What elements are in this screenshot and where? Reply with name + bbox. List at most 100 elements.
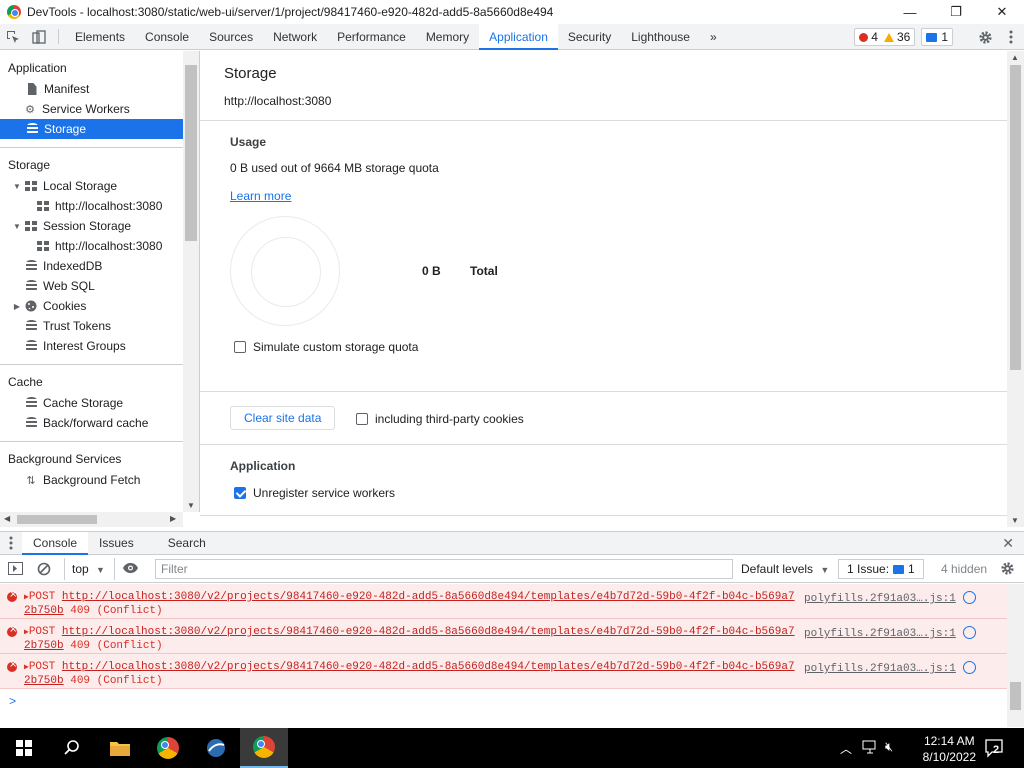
minimize-button[interactable]: — — [888, 0, 932, 24]
scrollbar-thumb[interactable] — [17, 515, 97, 524]
sidebar-item-manifest[interactable]: Manifest — [0, 79, 183, 99]
sidebar-item-service-workers[interactable]: ⚙ Service Workers — [0, 99, 183, 119]
simulate-quota-checkbox-row[interactable]: Simulate custom storage quota — [234, 340, 418, 354]
console-error-row[interactable]: ▶POST http://localhost:3080/v2/projects/… — [0, 584, 1007, 619]
console-scrollbar[interactable] — [1007, 584, 1024, 727]
chrome-active-taskbar-button[interactable] — [240, 728, 288, 768]
scrollbar-thumb[interactable] — [1010, 65, 1021, 370]
device-toolbar-icon[interactable] — [26, 24, 52, 49]
system-clock[interactable]: 12:14 AM 8/10/2022 — [923, 733, 976, 765]
sidebar-item-bfcache[interactable]: Back/forward cache — [0, 413, 183, 433]
drawer-tab-console[interactable]: Console — [22, 532, 89, 555]
chrome-taskbar-button[interactable] — [144, 728, 192, 768]
simulate-quota-checkbox[interactable] — [234, 341, 246, 353]
drawer-tab-issues[interactable]: Issues — [88, 532, 145, 554]
clear-console-icon[interactable] — [37, 562, 51, 579]
sidebar-item-web-sql[interactable]: Web SQL — [0, 276, 183, 296]
volume-muted-icon[interactable]: 🔇︎ — [885, 739, 893, 755]
messages-counter[interactable]: 1 — [921, 28, 953, 46]
close-window-button[interactable]: ✕ — [980, 0, 1024, 24]
source-link[interactable]: polyfills.2f91a03….js:1 — [804, 663, 956, 675]
close-drawer-icon[interactable]: ✕ — [1002, 535, 1014, 552]
more-options-icon[interactable] — [998, 30, 1024, 44]
main-scrollbar[interactable]: ▲ ▼ — [1007, 51, 1024, 527]
scroll-up-icon[interactable]: ▲ — [1011, 53, 1019, 62]
tab-security[interactable]: Security — [558, 24, 621, 49]
sidebar-item-trust-tokens[interactable]: Trust Tokens — [0, 316, 183, 336]
network-request-icon[interactable] — [963, 591, 976, 604]
sidebar-item-interest-groups[interactable]: Interest Groups — [0, 336, 183, 356]
network-request-icon[interactable] — [963, 661, 976, 674]
restore-button[interactable]: ❐ — [934, 0, 978, 24]
request-url-continued[interactable]: 2b750b — [24, 640, 64, 652]
third-party-cookies-row[interactable]: including third-party cookies — [356, 412, 524, 426]
app-taskbar-button[interactable] — [192, 728, 240, 768]
sidebar-scrollbar[interactable]: ▼ — [183, 51, 200, 512]
third-party-cookies-checkbox[interactable] — [356, 413, 368, 425]
console-prompt[interactable]: > — [9, 695, 16, 709]
sidebar-item-cache-storage[interactable]: Cache Storage — [0, 393, 183, 413]
request-url-continued[interactable]: 2b750b — [24, 605, 64, 617]
collapsed-arrow-icon[interactable]: ▶ — [12, 302, 22, 311]
inspect-element-icon[interactable] — [0, 24, 26, 49]
sidebar-item-indexeddb[interactable]: IndexedDB — [0, 256, 183, 276]
network-icon[interactable] — [862, 740, 878, 757]
sidebar-horizontal-scrollbar[interactable]: ◀ ▶ — [0, 512, 183, 527]
sidebar-toggle-icon[interactable] — [8, 562, 23, 578]
network-request-icon[interactable] — [963, 626, 976, 639]
issues-button[interactable]: 1 Issue: 1 — [838, 559, 924, 579]
sidebar-item-session-origin[interactable]: http://localhost:3080 — [0, 236, 183, 256]
tab-network[interactable]: Network — [263, 24, 327, 49]
settings-gear-icon[interactable] — [972, 30, 998, 45]
clear-site-data-button[interactable]: Clear site data — [230, 406, 336, 430]
sidebar-item-label: Session Storage — [43, 219, 132, 233]
log-levels-dropdown[interactable]: Default levels ▼ — [741, 562, 829, 576]
issues-counter[interactable]: 4 36 — [854, 28, 916, 46]
expand-arrow-icon[interactable]: ▼ — [12, 222, 22, 231]
unregister-sw-checkbox[interactable] — [234, 487, 246, 499]
sidebar-item-storage[interactable]: Storage — [0, 119, 183, 139]
tab-application[interactable]: Application — [479, 24, 558, 50]
sidebar-item-label: Trust Tokens — [43, 319, 112, 333]
show-hidden-icons-icon[interactable]: ︿ — [840, 740, 852, 757]
drawer-tab-search[interactable]: Search — [157, 532, 217, 554]
scroll-down-icon[interactable]: ▼ — [187, 501, 195, 510]
console-error-row[interactable]: ▶POST http://localhost:3080/v2/projects/… — [0, 619, 1007, 654]
scrollbar-thumb[interactable] — [1010, 682, 1021, 710]
tab-performance[interactable]: Performance — [327, 24, 416, 49]
console-error-row[interactable]: ▶POST http://localhost:3080/v2/projects/… — [0, 654, 1007, 689]
tab-lighthouse[interactable]: Lighthouse — [621, 24, 700, 49]
request-url[interactable]: http://localhost:3080/v2/projects/984174… — [62, 626, 795, 638]
learn-more-link[interactable]: Learn more — [230, 189, 291, 203]
scroll-down-icon[interactable]: ▼ — [1011, 516, 1019, 525]
sidebar-item-cookies[interactable]: ▶ Cookies — [0, 296, 183, 316]
file-explorer-button[interactable] — [96, 728, 144, 768]
expand-arrow-icon[interactable]: ▼ — [12, 182, 22, 191]
sidebar-item-local-origin[interactable]: http://localhost:3080 — [0, 196, 183, 216]
scroll-right-icon[interactable]: ▶ — [170, 514, 176, 523]
start-button[interactable] — [0, 728, 48, 768]
tab-sources[interactable]: Sources — [199, 24, 263, 49]
sidebar-item-background-fetch[interactable]: ⇅ Background Fetch — [0, 470, 183, 490]
context-selector[interactable]: top ▼ — [72, 562, 105, 576]
request-url-continued[interactable]: 2b750b — [24, 675, 64, 687]
live-expression-eye-icon[interactable] — [122, 562, 139, 577]
search-button[interactable] — [48, 728, 96, 768]
request-url[interactable]: http://localhost:3080/v2/projects/984174… — [62, 591, 795, 603]
drawer-menu-icon[interactable] — [0, 532, 22, 554]
scroll-left-icon[interactable]: ◀ — [4, 514, 10, 523]
notification-center-icon[interactable]: 2 — [984, 738, 1004, 761]
tab-memory[interactable]: Memory — [416, 24, 479, 49]
tab-elements[interactable]: Elements — [65, 24, 135, 49]
scrollbar-thumb[interactable] — [185, 65, 197, 241]
console-settings-gear-icon[interactable] — [1000, 561, 1015, 579]
request-url[interactable]: http://localhost:3080/v2/projects/984174… — [62, 661, 795, 673]
unregister-sw-row[interactable]: Unregister service workers — [234, 486, 395, 500]
sidebar-item-session-storage[interactable]: ▼ Session Storage — [0, 216, 183, 236]
source-link[interactable]: polyfills.2f91a03….js:1 — [804, 593, 956, 605]
console-filter-input[interactable]: Filter — [155, 559, 733, 579]
source-link[interactable]: polyfills.2f91a03….js:1 — [804, 628, 956, 640]
more-tabs-button[interactable]: » — [700, 24, 727, 49]
tab-console[interactable]: Console — [135, 24, 199, 49]
sidebar-item-local-storage[interactable]: ▼ Local Storage — [0, 176, 183, 196]
